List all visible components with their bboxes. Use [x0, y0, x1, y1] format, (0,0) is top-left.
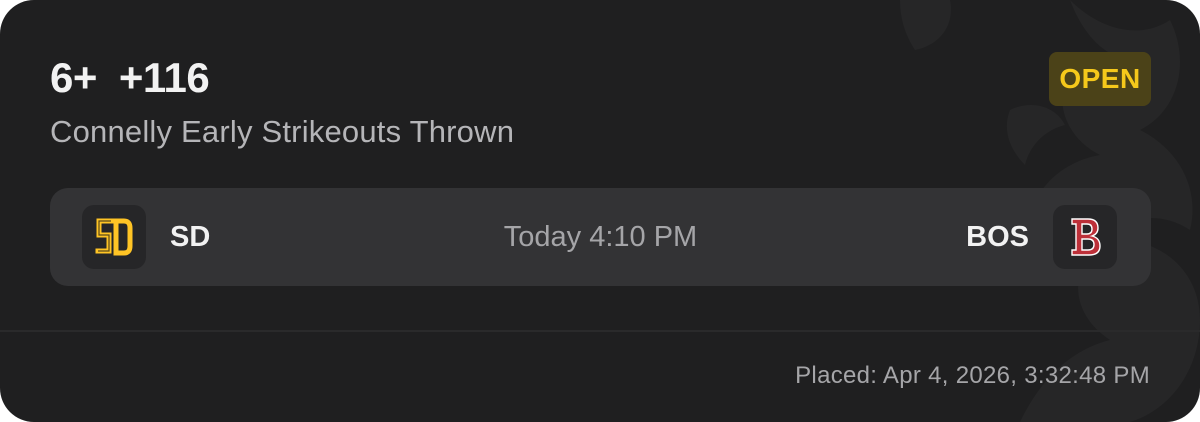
matchup-bar[interactable]: SD Today 4:10 PM BOS [50, 188, 1151, 286]
bet-odds: +116 [118, 54, 210, 101]
away-team-abbr: BOS [966, 221, 1029, 253]
away-team-logo [1053, 205, 1117, 269]
bet-details: 6+ +116 Connelly Early Strikeouts Thrown… [0, 0, 1200, 330]
bet-line: 6+ +116 [50, 52, 210, 104]
red-sox-b-logo-icon [1071, 218, 1101, 256]
bet-selection: 6+ [50, 54, 97, 101]
placed-timestamp: Placed: Apr 4, 2026, 3:32:48 PM [795, 362, 1150, 389]
status-badge: OPEN [1049, 52, 1151, 106]
bet-card[interactable]: 6+ +116 Connelly Early Strikeouts Thrown… [0, 0, 1200, 422]
card-divider [0, 330, 1200, 332]
bet-market: Connelly Early Strikeouts Thrown [50, 114, 515, 149]
